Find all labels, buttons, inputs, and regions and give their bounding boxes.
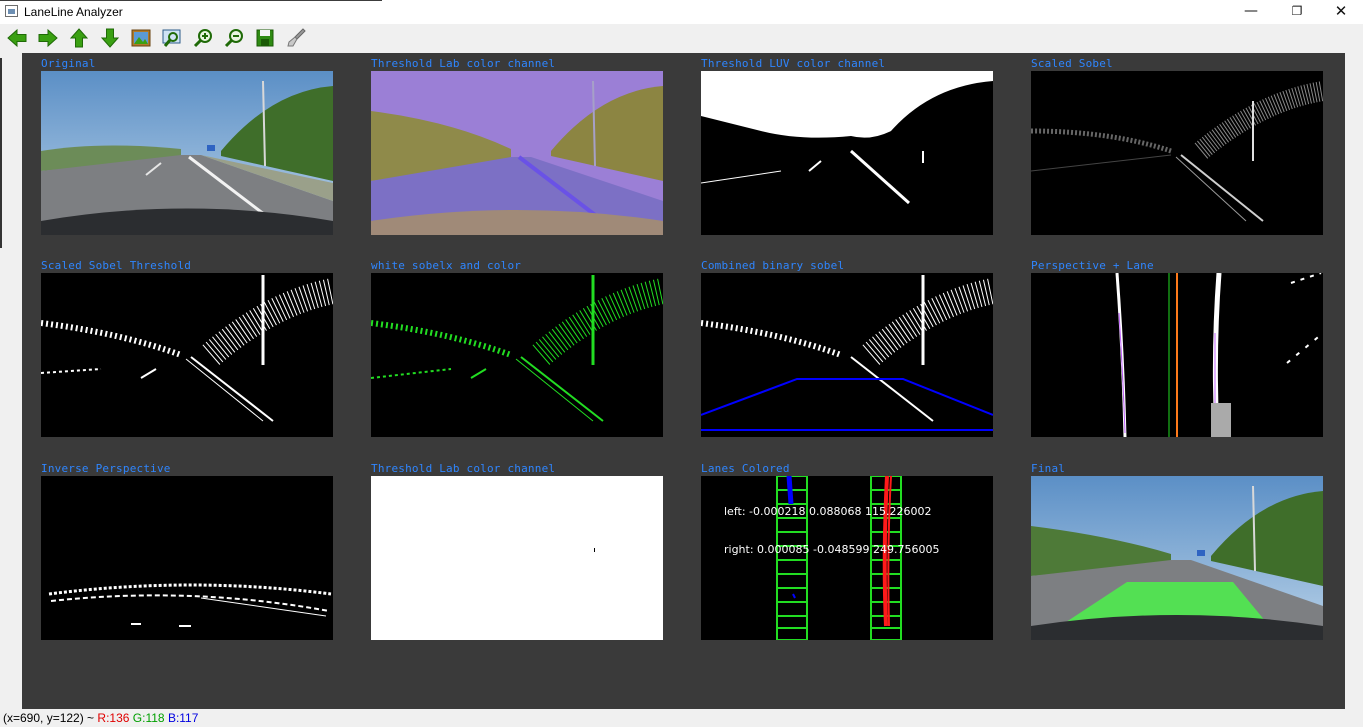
tile-label: Lanes Colored	[701, 462, 790, 475]
tile-image[interactable]	[41, 476, 333, 640]
tile-image[interactable]	[41, 273, 333, 437]
tile-image[interactable]	[1031, 476, 1323, 640]
lab-channel-image	[371, 71, 663, 235]
pan-right-button[interactable]	[37, 27, 59, 49]
combined-binary-image	[701, 273, 993, 437]
pixel-green-value: G:118	[132, 711, 165, 725]
zoom-in-button[interactable]	[192, 27, 214, 49]
tile-label: Threshold LUV color channel	[701, 57, 886, 70]
tile-image[interactable]	[371, 476, 663, 640]
minimize-button[interactable]: —	[1228, 0, 1274, 24]
pixel-red-value: R:136	[97, 711, 130, 725]
sobel-image	[1031, 71, 1323, 235]
close-button[interactable]: ✕	[1318, 0, 1363, 24]
sobel-threshold-image	[41, 273, 333, 437]
restore-button[interactable]: ❐	[1274, 0, 1320, 24]
tile-label: Scaled Sobel	[1031, 57, 1113, 70]
brush-icon	[287, 28, 306, 47]
app-window: LaneLine Analyzer — ❐ ✕ Original Thresho…	[0, 0, 1363, 727]
save-button[interactable]	[254, 27, 276, 49]
title-bar: LaneLine Analyzer — ❐ ✕	[0, 0, 1363, 24]
cursor-coords: (x=690, y=122) ~	[3, 711, 95, 725]
toolbar	[0, 24, 1363, 52]
arrow-down-icon	[100, 28, 120, 48]
tile-image[interactable]	[701, 273, 993, 437]
tile-label: Inverse Perspective	[41, 462, 171, 475]
pan-up-button[interactable]	[68, 27, 90, 49]
lab-threshold-image	[371, 476, 663, 640]
tile-label: Threshold Lab color channel	[371, 462, 556, 475]
tile-image[interactable]	[371, 273, 663, 437]
tile-image[interactable]	[371, 71, 663, 235]
zoom-out-icon	[224, 29, 243, 48]
tile-label: Original	[41, 57, 96, 70]
tile-label: Combined binary sobel	[701, 259, 845, 272]
arrow-right-icon	[38, 28, 58, 48]
left-edge-marker	[0, 58, 2, 248]
original-image	[41, 71, 333, 235]
tile-image[interactable]	[41, 71, 333, 235]
zoom-image-button[interactable]	[130, 27, 152, 49]
window-title: LaneLine Analyzer	[24, 5, 123, 19]
zoom-region-button[interactable]	[161, 27, 183, 49]
tile-image[interactable]	[1031, 273, 1323, 437]
tile-image[interactable]	[701, 71, 993, 235]
title-bar-edge	[0, 0, 382, 1]
tile-label: Scaled Sobel Threshold	[41, 259, 192, 272]
perspective-image	[1031, 273, 1323, 437]
tile-label: Perspective + Lane	[1031, 259, 1154, 272]
status-bar: (x=690, y=122) ~ R:136 G:118 B:117	[0, 709, 1363, 727]
luv-channel-image	[701, 71, 993, 235]
final-image	[1031, 476, 1323, 640]
pixel-blue-value: B:117	[167, 711, 199, 725]
left-fit-text: left: -0.000218 0.088068 115.226002	[724, 505, 932, 518]
right-fit-text: right: 0.000085 -0.048599 249.756005	[724, 543, 940, 556]
properties-button[interactable]	[285, 27, 307, 49]
sobelx-color-image	[371, 273, 663, 437]
arrow-left-icon	[7, 28, 27, 48]
image-canvas[interactable]: Original Threshold Lab color channel Thr…	[22, 53, 1345, 709]
pan-down-button[interactable]	[99, 27, 121, 49]
tile-label: white sobelx and color	[371, 259, 522, 272]
tile-label: Threshold Lab color channel	[371, 57, 556, 70]
lanes-colored-image	[701, 476, 993, 640]
tile-image[interactable]	[701, 476, 993, 640]
app-icon	[5, 5, 18, 17]
image-icon	[131, 29, 151, 47]
tile-image[interactable]	[1031, 71, 1323, 235]
arrow-up-icon	[69, 28, 89, 48]
zoom-region-icon	[162, 29, 181, 47]
pan-left-button[interactable]	[6, 27, 28, 49]
zoom-in-icon	[193, 29, 212, 48]
inverse-perspective-image	[41, 476, 333, 640]
save-icon	[256, 29, 274, 47]
zoom-out-button[interactable]	[223, 27, 245, 49]
tile-label: Final	[1031, 462, 1066, 475]
